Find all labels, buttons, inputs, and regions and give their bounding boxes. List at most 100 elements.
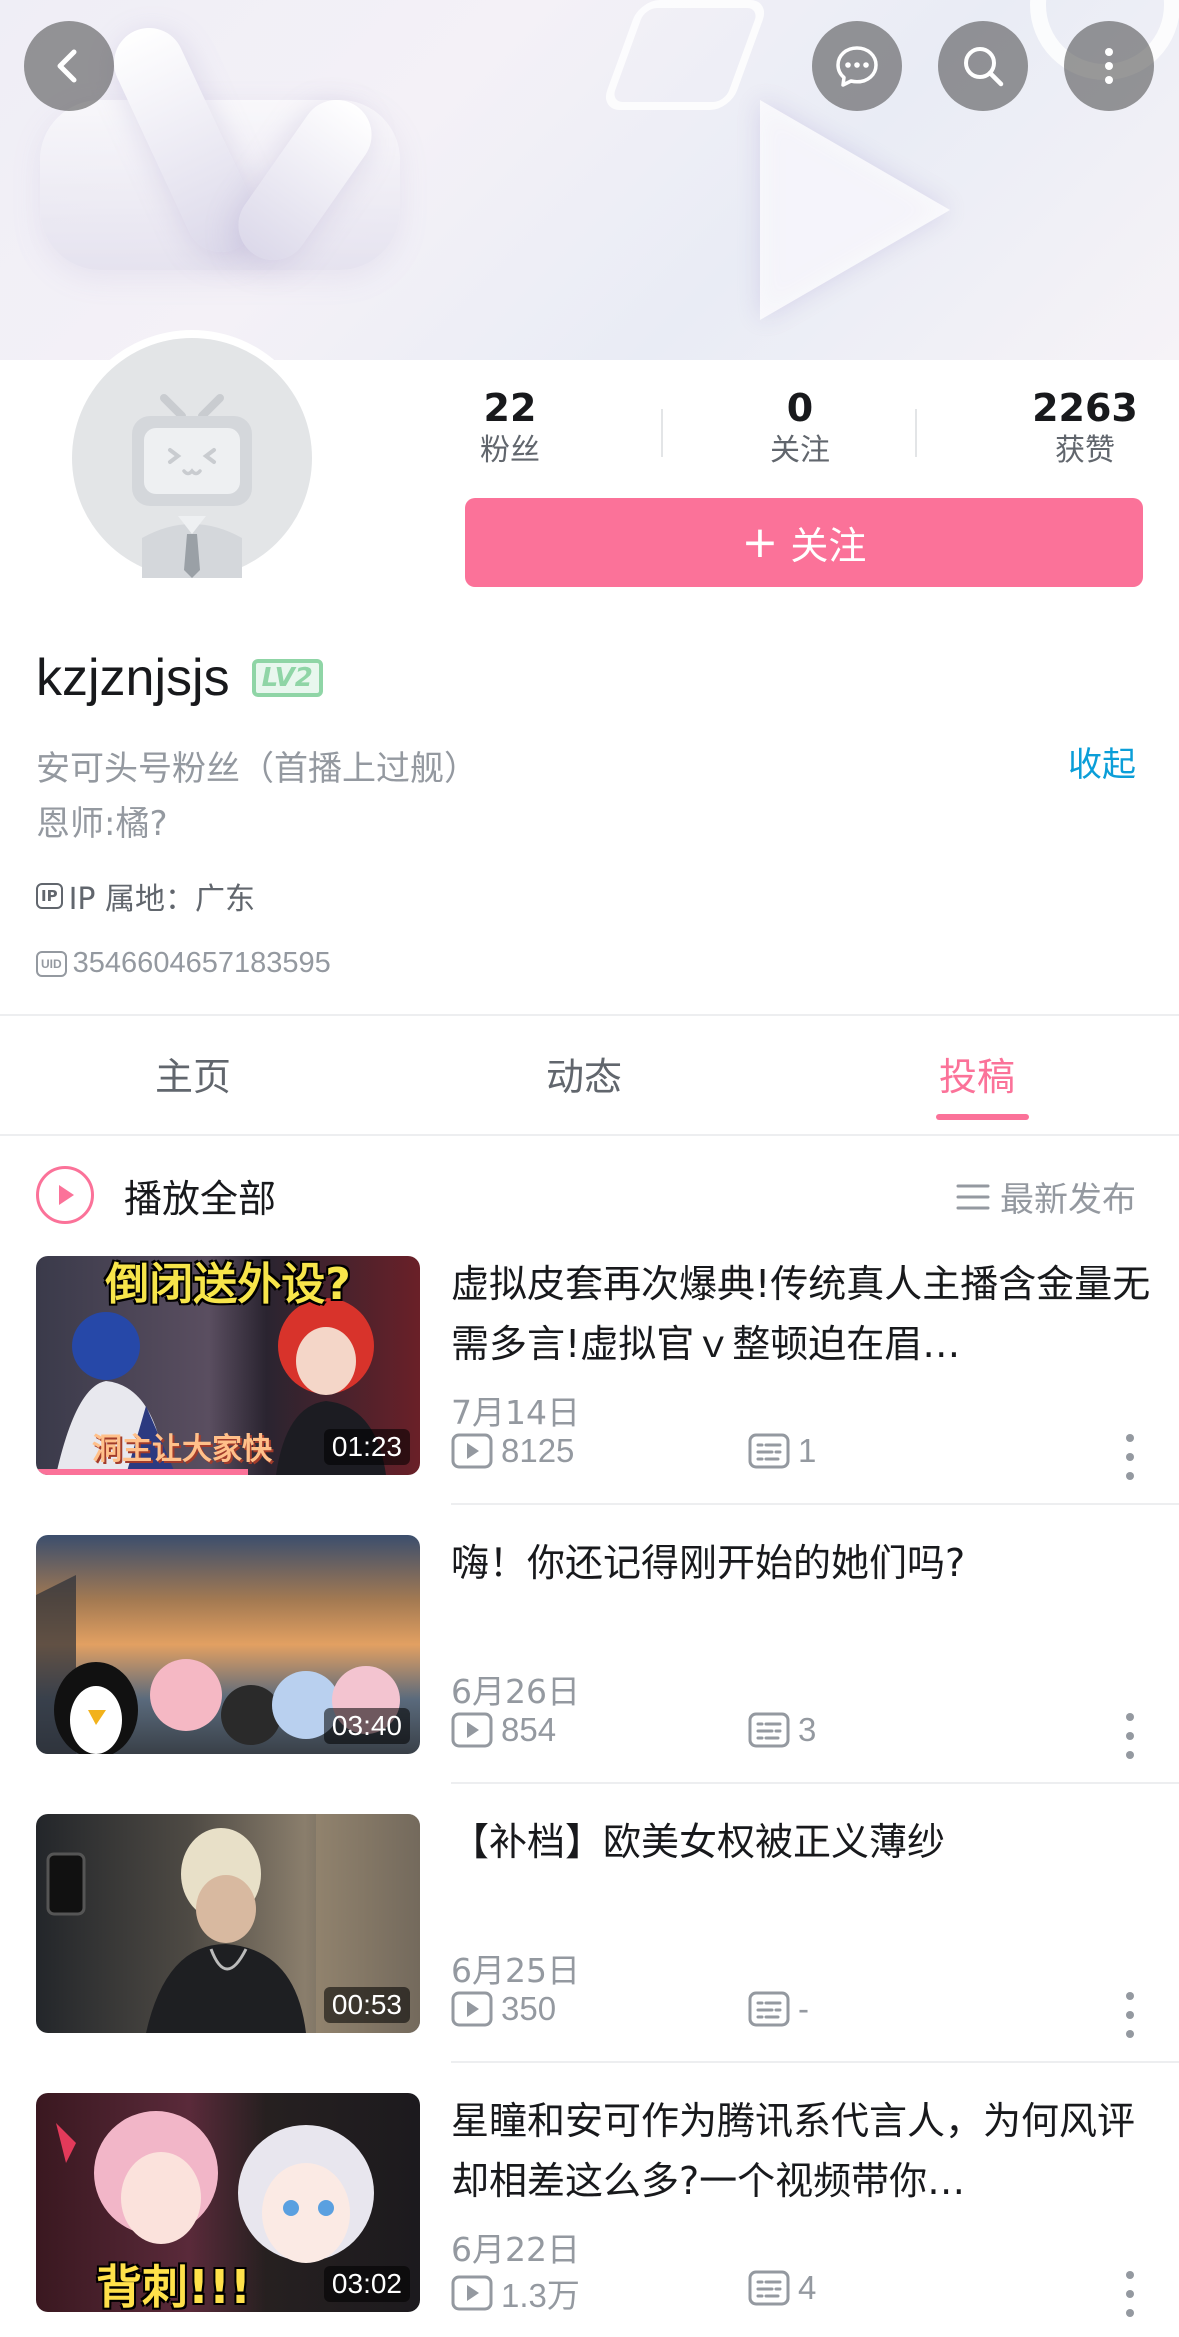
thumbnail-title-text: 倒闭送外设? [105,1259,351,1310]
video-duration: 01:23 [323,1429,410,1465]
signature-line: 安可头号粉丝（首播上过舰） [36,749,478,789]
default-avatar-icon [132,394,252,578]
fans-stat[interactable]: 22 粉丝 [440,385,580,471]
back-button[interactable] [24,21,114,111]
fans-label: 粉丝 [480,433,540,468]
row-divider [451,1503,1179,1505]
video-thumbnail[interactable]: 背刺!!! 03:02 [36,2093,420,2312]
danmaku-count-value: 3 [798,1711,817,1748]
follow-button[interactable]: + 关注 [465,498,1143,587]
banner-play-decoration [760,100,950,320]
tab-posts[interactable]: 投稿 [939,1046,1015,1101]
video-title[interactable]: 星瞳和安可作为腾讯系代言人，为何风评却相差这么多?一个视频带你… [451,2091,1151,2211]
video-title[interactable]: 【补档】欧美女权被正义薄纱 [451,1812,1151,1872]
video-date: 7月14日 [451,1393,580,1432]
likes-label: 获赞 [1055,433,1115,468]
video-duration: 03:40 [323,1708,410,1744]
stat-divider [915,409,917,457]
tabs-divider [0,1134,1179,1136]
danmaku-icon [748,1991,790,2027]
view-count-value: 8125 [501,1432,575,1469]
uid-icon: UID [36,950,67,977]
collapse-link[interactable]: 收起 [1068,737,1136,786]
banner-decoration [599,0,771,110]
tab-dynamic[interactable]: 动态 [546,1046,622,1101]
watch-progress-bar [36,1469,248,1475]
video-thumbnail[interactable]: 倒闭送外设? 洞主让大家快 01:23 [36,1256,420,1475]
video-date: 6月25日 [451,1951,580,1990]
plus-icon: + [741,516,779,568]
video-thumbnail[interactable]: 03:40 [36,1535,420,1754]
danmaku-count: 1 [748,1432,816,1470]
username: kzjznjsjs [36,649,230,707]
view-count-value: 1.3万 [501,2277,580,2314]
likes-count: 2263 [1032,386,1138,430]
view-count: 350 [451,1990,556,2028]
view-count: 854 [451,1711,556,1749]
thumbnail-caption-text: 洞主让大家快 [92,1432,272,1467]
username-row: kzjznjsjs LV2 [36,645,323,711]
sort-dropdown[interactable]: 最新发布 [956,1172,1136,1221]
video-more-button[interactable] [1118,2271,1142,2317]
signature-line: 恩师:橘? [36,804,168,844]
active-tab-indicator [936,1114,1029,1120]
video-more-button[interactable] [1118,1434,1142,1480]
danmaku-icon [748,1712,790,1748]
more-options-button[interactable] [1064,21,1154,111]
chevron-left-icon [57,49,77,83]
ip-location: IP IP 属地：广东 [36,874,255,918]
play-count-icon [451,2275,493,2311]
play-count-icon [451,1433,493,1469]
vertical-dots-icon [1105,48,1113,84]
video-item[interactable]: 00:53 【补档】欧美女权被正义薄纱 6月25日 350 - [0,1814,1179,2093]
stat-divider [661,409,663,457]
danmaku-count: 3 [748,1711,816,1749]
following-stat[interactable]: 0 关注 [730,385,870,471]
video-date: 6月26日 [451,1672,580,1711]
uid: UID 3546604657183595 [36,947,331,980]
play-all-button[interactable]: 播放全部 [36,1165,276,1225]
video-title[interactable]: 嗨！你还记得刚开始的她们吗? [451,1533,1151,1593]
list-sort-icon [956,1184,990,1209]
profile-stats: 22 粉丝 0 关注 2263 获赞 [440,385,1140,480]
following-label: 关注 [770,433,830,468]
view-count-value: 854 [501,1711,557,1748]
play-count-icon [451,1991,493,2027]
search-button[interactable] [938,21,1028,111]
danmaku-count: 4 [748,2269,816,2307]
level-badge: LV2 [251,659,323,697]
video-more-button[interactable] [1118,1713,1142,1759]
view-count: 1.3万 [451,2269,580,2317]
uid-value: 3546604657183595 [72,947,331,979]
danmaku-count-value: 1 [798,1432,817,1469]
view-count: 8125 [451,1432,574,1470]
danmaku-icon [748,2270,790,2306]
video-thumbnail[interactable]: 00:53 [36,1814,420,2033]
search-icon [964,47,1004,87]
play-count-icon [451,1712,493,1748]
view-count-value: 350 [501,1990,557,2027]
video-item[interactable]: 倒闭送外设? 洞主让大家快 01:23 虚拟皮套再次爆典!传统真人主播含金量无需… [0,1256,1179,1535]
video-duration: 00:53 [323,1987,410,2023]
video-item[interactable]: 背刺!!! 03:02 星瞳和安可作为腾讯系代言人，为何风评却相差这么多?一个视… [0,2093,1179,2337]
row-divider [451,1782,1179,1784]
sort-label: 最新发布 [1000,1180,1136,1220]
follow-button-label: 关注 [790,524,867,568]
video-more-button[interactable] [1118,1992,1142,2038]
ip-location-text: IP 属地：广东 [68,882,256,917]
message-button[interactable] [812,21,902,111]
danmaku-count-value: 4 [798,2269,817,2306]
video-duration: 03:02 [323,2266,410,2302]
avatar[interactable] [64,330,320,586]
fans-count: 22 [483,386,537,430]
video-title[interactable]: 虚拟皮套再次爆典!传统真人主播含金量无需多言!虚拟官ｖ整顿迫在眉… [451,1254,1151,1374]
ip-icon: IP [36,883,63,909]
play-all-label: 播放全部 [124,1176,277,1221]
video-item[interactable]: 03:40 嗨！你还记得刚开始的她们吗? 6月26日 854 3 [0,1535,1179,1814]
chat-bubble-icon [836,46,878,87]
likes-stat: 2263 获赞 [1010,385,1160,471]
following-count: 0 [786,386,814,430]
tab-home[interactable]: 主页 [155,1046,231,1101]
danmaku-count: - [748,1990,809,2028]
row-divider [451,2061,1179,2063]
